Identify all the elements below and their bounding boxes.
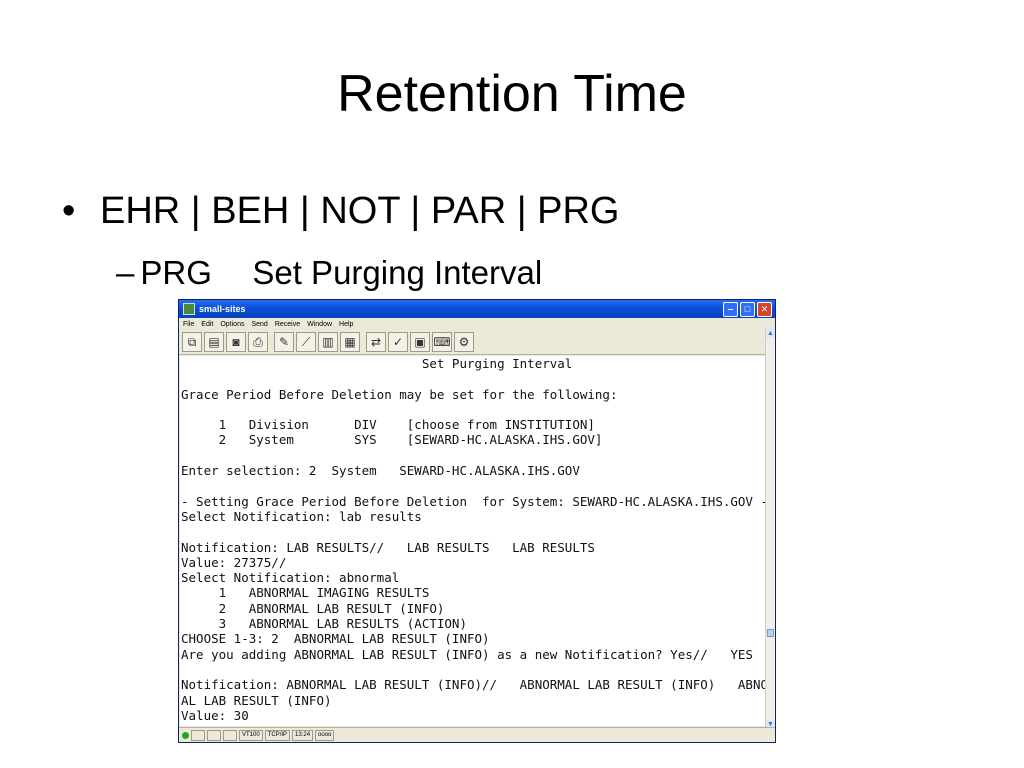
menu-item-edit[interactable]: Edit xyxy=(201,321,213,328)
toolbar: ⧉ ▤ ◙ ⎙ ✎ ⟋ ▥ ▦ ⇄ ✓ ▣ ⌨ ⚙ xyxy=(179,330,775,355)
terminal-line: 2 ABNORMAL LAB RESULT (INFO) xyxy=(181,600,445,616)
settings-icon[interactable]: ⚙ xyxy=(454,332,474,352)
terminal-line: Select Notification: abnormal xyxy=(181,570,400,586)
presentation-slide: Retention Time • EHR | BEH | NOT | PAR | … xyxy=(0,0,1024,768)
terminal-line: Value: 30 xyxy=(181,707,249,723)
clipboard-icon[interactable]: ▥ xyxy=(318,332,338,352)
status-cell-empty xyxy=(191,729,205,741)
keyboard-icon[interactable]: ⌨ xyxy=(432,332,452,352)
terminal-line: 2 System SYS [SEWARD-HC.ALASKA.IHS.GOV] xyxy=(181,432,603,448)
terminal-window: small-sites ‒ □ ✕ File Edit Options Send Rec… xyxy=(178,299,776,743)
status-bar: VT100 TCP/IP 13:24 oooo xyxy=(179,727,775,742)
bullet-text: EHR | BEH | NOT | PAR | PRG xyxy=(100,190,620,232)
menu-item-send[interactable]: Send xyxy=(251,321,267,328)
minimize-button[interactable]: ‒ xyxy=(723,302,738,317)
menu-item-window[interactable]: Window xyxy=(307,321,332,328)
sub-bullet-dash: – xyxy=(116,254,135,291)
menu-item-help[interactable]: Help xyxy=(339,321,353,328)
capture-icon[interactable]: ◙ xyxy=(226,332,246,352)
sub-bullet-text: Set Purging Interval xyxy=(252,254,543,291)
paste-icon[interactable]: ▤ xyxy=(204,332,224,352)
copy-icon[interactable]: ⧉ xyxy=(182,332,202,352)
terminal-line: Value: 27375// xyxy=(181,554,287,570)
terminal-line: - Setting Grace Period Before Deletion f… xyxy=(181,493,767,509)
maximize-button[interactable]: □ xyxy=(740,302,755,317)
window-titlebar[interactable]: small-sites ‒ □ ✕ xyxy=(179,300,775,318)
terminal-line: Grace Period Before Deletion may be set … xyxy=(181,386,618,402)
app-icon xyxy=(183,303,195,315)
table-icon[interactable]: ▦ xyxy=(340,332,360,352)
status-cell-empty xyxy=(223,729,237,741)
bullet-dot: • xyxy=(62,190,76,232)
vertical-scrollbar[interactable]: ▲ ▼ xyxy=(765,329,775,729)
terminal-line: AL LAB RESULT (INFO) xyxy=(181,692,332,708)
slide-title: Retention Time xyxy=(337,65,687,123)
terminal-line: Are you adding ABNORMAL LAB RESULT (INFO… xyxy=(181,646,753,662)
terminal-line: CHOOSE 1-3: 2 ABNORMAL LAB RESULT (INFO) xyxy=(181,631,490,647)
spell-icon[interactable]: ✓ xyxy=(388,332,408,352)
menu-path-bullet: • EHR | BEH | NOT | PAR | PRG xyxy=(62,190,620,233)
terminal-line: Notification: LAB RESULTS// LAB RESULTS … xyxy=(181,539,595,555)
macro-icon[interactable]: ✎ xyxy=(274,332,294,352)
terminal-line: 3 ABNORMAL LAB RESULTS (ACTION) xyxy=(181,616,467,632)
status-indicator: oooo xyxy=(315,729,335,741)
sub-bullet-code: PRG xyxy=(140,254,212,291)
menu-bar: File Edit Options Send Receive Window Help xyxy=(179,318,775,330)
terminal-type: VT100 xyxy=(239,729,263,741)
scroll-thumb[interactable] xyxy=(767,629,774,637)
menu-item-options[interactable]: Options xyxy=(220,321,244,328)
display-icon[interactable]: ▣ xyxy=(410,332,430,352)
terminal-line: Set Purging Interval xyxy=(181,356,573,371)
print-icon[interactable]: ⎙ xyxy=(248,332,268,352)
sub-bullet: – PRG Set Purging Interval xyxy=(116,254,542,292)
window-controls: ‒ □ ✕ xyxy=(723,302,772,317)
terminal-line: Notification: ABNORMAL LAB RESULT (INFO)… xyxy=(181,677,767,693)
terminal-line: Enter selection: 2 System SEWARD-HC.ALAS… xyxy=(181,463,580,479)
scroll-up-icon[interactable]: ▲ xyxy=(766,329,775,338)
terminal-line: 1 ABNORMAL IMAGING RESULTS xyxy=(181,585,430,601)
status-cell-empty xyxy=(207,729,221,741)
terminal-screen[interactable]: Set Purging Interval Grace Period Before … xyxy=(180,356,767,726)
edit-icon[interactable]: ⟋ xyxy=(296,332,316,352)
close-button[interactable]: ✕ xyxy=(757,302,772,317)
clock: 13:24 xyxy=(292,729,314,741)
terminal-line: Select Notification: lab results xyxy=(181,508,422,524)
menu-item-receive[interactable]: Receive xyxy=(275,321,300,328)
connection-status-icon xyxy=(182,731,189,739)
terminal-line: 1 Division DIV [choose from INSTITUTION] xyxy=(181,417,595,433)
menu-item-file[interactable]: File xyxy=(183,321,194,328)
window-title: small-sites xyxy=(199,304,246,314)
protocol: TCP/IP xyxy=(264,729,291,741)
transfer-icon[interactable]: ⇄ xyxy=(366,332,386,352)
